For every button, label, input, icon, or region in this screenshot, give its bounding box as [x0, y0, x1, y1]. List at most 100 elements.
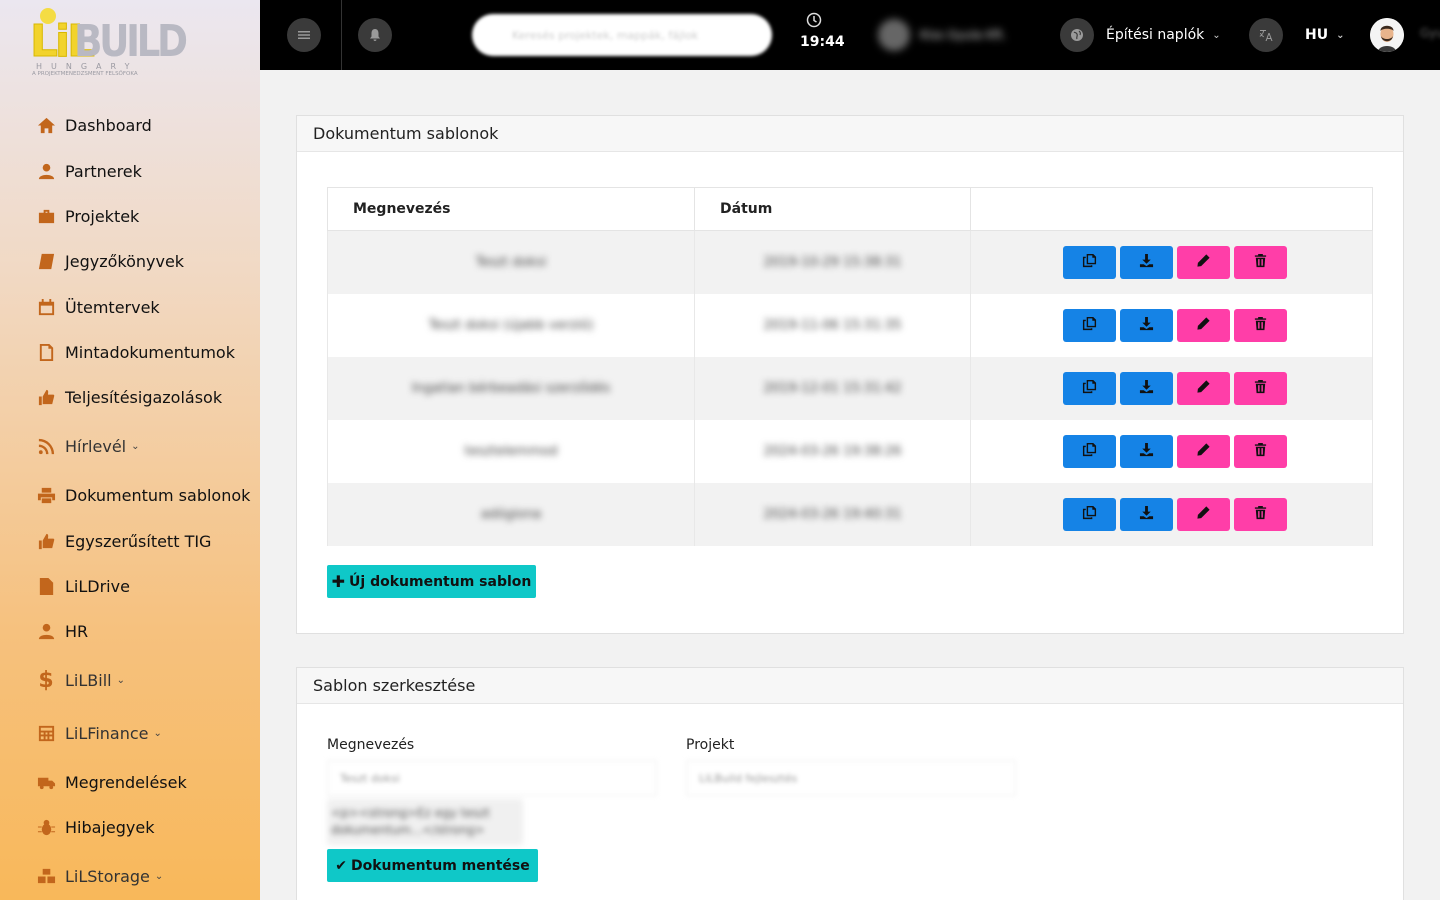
sidebar-item-lilfinance[interactable]: LiLFinance ⌄ — [36, 721, 162, 745]
copy-button[interactable] — [1062, 434, 1116, 468]
print-icon — [36, 485, 56, 505]
sidebar-item-label: Jegyzőkönyvek — [65, 251, 185, 271]
document-templates-card: Dokumentum sablonok Megnevezés Dátum Tes… — [296, 115, 1404, 634]
cell-name: Teszt doksi (újabb verzió) — [327, 293, 695, 357]
edit-button[interactable] — [1176, 245, 1230, 279]
project-select[interactable]: LiLBuild fejlesztés — [686, 760, 1016, 796]
download-icon — [1139, 442, 1154, 461]
row-actions — [971, 497, 1372, 531]
row-actions — [971, 245, 1372, 279]
name-label: Megnevezés — [327, 737, 415, 753]
sidebar-item-hibajegyek[interactable]: Hibajegyek — [36, 815, 154, 839]
download-button[interactable] — [1119, 434, 1173, 468]
construction-diaries-dropdown[interactable]: Építési naplók ⌄ — [1060, 18, 1221, 52]
menu-toggle-button[interactable] — [287, 18, 321, 52]
download-icon — [1139, 253, 1154, 272]
sidebar-item-projektek[interactable]: Projektek — [36, 204, 139, 228]
delete-button[interactable] — [1233, 371, 1287, 405]
globe-icon — [1060, 18, 1094, 52]
pencil-icon — [1196, 505, 1211, 524]
sidebar-item-mintadokumentumok[interactable]: Mintadokumentumok — [36, 340, 235, 364]
cell-date: 2024-03-26 19:40:31 — [694, 482, 971, 546]
sidebar-item-egyszerusitett-tig[interactable]: Egyszerűsített TIG — [36, 529, 211, 553]
sidebar-item-label: Ütemtervek — [65, 297, 160, 317]
chevron-down-icon: ⌄ — [153, 727, 162, 739]
edit-button[interactable] — [1176, 434, 1230, 468]
sidebar-item-hirlevel[interactable]: Hírlevél ⌄ — [36, 434, 140, 458]
language-dropdown[interactable]: HU ⌄ — [1249, 18, 1344, 52]
sidebar-item-label: Hibajegyek — [65, 817, 155, 837]
delete-button[interactable] — [1233, 497, 1287, 531]
sidebar-item-dashboard[interactable]: Dashboard — [36, 113, 152, 137]
download-button[interactable] — [1119, 497, 1173, 531]
profile-avatar[interactable] — [1370, 18, 1404, 52]
copy-button[interactable] — [1062, 245, 1116, 279]
logo-tagline: A PROJEKTMENEDZSMENT FELSŐFOKA — [32, 71, 138, 77]
sidebar-item-utemtervek[interactable]: Ütemtervek — [36, 295, 160, 319]
current-time: 19:44 — [800, 34, 845, 50]
delete-button[interactable] — [1233, 434, 1287, 468]
cell-actions — [970, 230, 1373, 294]
trash-icon — [1253, 505, 1268, 524]
language-code: HU — [1305, 27, 1329, 43]
clock: 19:44 — [800, 12, 850, 50]
chevron-down-icon: ⌄ — [116, 674, 125, 686]
new-template-button[interactable]: ✚ Új dokumentum sablon — [327, 565, 536, 598]
company-name: Kiss Gyula Kft. — [920, 28, 1007, 42]
logo-text-build: BUILD — [74, 16, 188, 67]
edit-template-card: Sablon szerkesztése Megnevezés Teszt dok… — [296, 667, 1404, 900]
sidebar-item-megrendelesek[interactable]: Megrendelések — [36, 770, 187, 794]
edit-button[interactable] — [1176, 308, 1230, 342]
download-button[interactable] — [1119, 308, 1173, 342]
thumbs-up-icon — [36, 387, 56, 407]
sidebar-item-teljesitesigazolasok[interactable]: Teljesítésigazolások — [36, 385, 222, 409]
bell-icon — [370, 29, 380, 41]
copy-button[interactable] — [1062, 308, 1116, 342]
download-icon — [1139, 316, 1154, 335]
calculator-icon — [36, 723, 56, 743]
delete-button[interactable] — [1233, 308, 1287, 342]
sidebar-item-jegyzokonyvek[interactable]: Jegyzőkönyvek — [36, 249, 184, 273]
sidebar-item-hr[interactable]: HR — [36, 619, 88, 643]
template-content-preview[interactable]: <p><strong>Ez egy teszt dokumentum...</s… — [327, 799, 523, 845]
table-row: Ingatlan bérbeadási szerződés 2019-12-01 … — [327, 356, 1373, 420]
search-input[interactable]: Keresés projektek, mappák, fájlok — [472, 14, 772, 56]
template-name: adógiona — [480, 507, 542, 522]
sidebar-item-label: Projektek — [65, 206, 140, 226]
sidebar-item-lilstorage[interactable]: LiLStorage ⌄ — [36, 864, 163, 888]
copy-button[interactable] — [1062, 371, 1116, 405]
download-button[interactable] — [1119, 245, 1173, 279]
table-row: tesztelemmod 2024-03-26 19:38:26 — [327, 419, 1373, 483]
copy-icon — [1082, 505, 1097, 524]
delete-button[interactable] — [1233, 245, 1287, 279]
translate-icon — [1249, 18, 1283, 52]
lilbuild-logo[interactable]: LiL BUILD HUNGARY A PROJEKTMENEDZSMENT F… — [29, 8, 190, 78]
edit-button[interactable] — [1176, 497, 1230, 531]
download-button[interactable] — [1119, 371, 1173, 405]
rss-icon — [36, 436, 56, 456]
user-icon — [36, 621, 56, 641]
edit-button[interactable] — [1176, 371, 1230, 405]
sidebar-item-dokumentum-sablonok[interactable]: Dokumentum sablonok — [36, 483, 250, 507]
table-row: Teszt doksi 2019-10-29 15:38:31 — [327, 230, 1373, 294]
clock-icon — [806, 12, 822, 28]
sidebar-item-lildrive[interactable]: LiLDrive — [36, 574, 130, 598]
notifications-button[interactable] — [358, 18, 392, 52]
sidebar-item-partnerek[interactable]: Partnerek — [36, 159, 142, 183]
bug-icon — [36, 817, 56, 837]
topbar: Keresés projektek, mappák, fájlok 19:44 … — [260, 0, 1440, 70]
copy-button[interactable] — [1062, 497, 1116, 531]
copy-icon — [1082, 253, 1097, 272]
chevron-down-icon: ⌄ — [1336, 29, 1345, 41]
trash-icon — [1253, 379, 1268, 398]
save-document-button[interactable]: ✔ Dokumentum mentése — [327, 849, 538, 882]
name-input[interactable]: Teszt doksi — [327, 760, 657, 796]
column-header-actions — [970, 187, 1373, 231]
sidebar-item-label: Mintadokumentumok — [65, 342, 235, 362]
company-selector[interactable]: Kiss Gyula Kft. — [878, 18, 1028, 52]
card-title: Dokumentum sablonok — [297, 116, 1403, 152]
sidebar-item-label: Egyszerűsített TIG — [65, 531, 212, 551]
hamburger-icon — [298, 31, 310, 39]
sidebar-item-label: HR — [65, 621, 89, 641]
sidebar-item-lilbill[interactable]: $ LiLBill ⌄ — [36, 668, 125, 693]
